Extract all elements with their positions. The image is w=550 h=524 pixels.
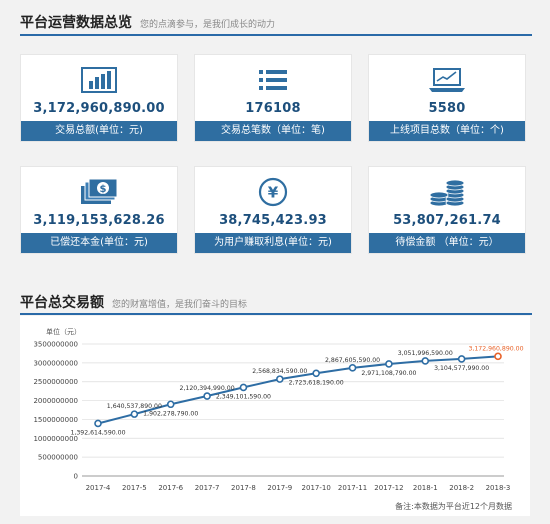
data-point [494, 352, 502, 361]
card-repaid-principal: $ 3,119,153,628.26 已偿还本金(单位：元) [20, 166, 178, 254]
card-label: 交易总笔数（单位：笔) [195, 121, 351, 141]
x-tick-label: 2017-12 [374, 484, 403, 492]
x-tick-label: 2018-1 [413, 484, 438, 492]
x-tick-label: 2017-7 [195, 484, 220, 492]
data-point [385, 360, 393, 368]
card-trade-total: 3,172,960,890.00 交易总额(单位：元) [20, 54, 178, 142]
data-point [166, 400, 175, 409]
overview-divider [20, 34, 532, 36]
data-point [276, 375, 284, 383]
data-label: 3,051,996,590.00 [398, 350, 453, 357]
yen-icon: ¥ [195, 177, 351, 207]
data-label: 1,640,537,890.00 [107, 403, 162, 410]
card-value: 3,119,153,628.26 [33, 213, 165, 228]
x-tick-label: 2018-2 [449, 484, 474, 492]
data-point [348, 364, 357, 372]
card-project-count: 5580 上线项目总数（单位：个) [368, 54, 526, 142]
data-point [203, 392, 211, 400]
trade-chart: 单位（元） 0 500000000 1000000000 1500000000 2000… [20, 316, 530, 516]
svg-text:$: $ [100, 184, 107, 195]
card-interest-earned: ¥ 38,745,423.93 为用户赚取利息(单位：元) [194, 166, 352, 254]
overview-subtitle: 您的点滴参与，是我们成长的动力 [140, 20, 276, 30]
trade-line-chart: 单位（元） 0500000000100000000015000000002000… [33, 327, 523, 492]
laptop-chart-icon [369, 65, 525, 95]
overview-title: 平台运营数据总览 [20, 15, 132, 31]
trade-divider [20, 313, 532, 315]
data-point [421, 357, 430, 365]
card-label: 为用户赚取利息(单位：元) [195, 233, 351, 253]
x-tick-label: 2017-5 [122, 484, 147, 492]
card-value: 176108 [245, 101, 301, 116]
trade-title: 平台总交易额 [20, 295, 104, 311]
trade-subtitle: 您的财富增值，是我们奋斗的目标 [112, 300, 248, 310]
card-pending-amount: 53,807,261.74 待偿金额 （单位：元） [368, 166, 526, 254]
y-tick-label: 3500000000 [33, 341, 78, 349]
coins-icon [369, 177, 525, 207]
data-label: 2,349,101,590.00 [216, 393, 271, 400]
x-tick-label: 2018-3 [486, 484, 511, 492]
data-label: 2,120,394,990.00 [180, 385, 235, 392]
bar-chart-icon [21, 65, 177, 95]
data-label: 3,172,960,890.00 [468, 345, 523, 352]
card-value: 3,172,960,890.00 [33, 101, 165, 116]
data-point [239, 383, 248, 392]
x-tick-label: 2017-4 [86, 484, 111, 492]
data-label: 3,104,577,990.00 [434, 365, 489, 372]
card-value: 5580 [428, 101, 466, 116]
x-tick-label: 2017-8 [231, 484, 256, 492]
card-label: 已偿还本金(单位：元) [21, 233, 177, 253]
y-tick-label: 2500000000 [33, 378, 78, 386]
data-label: 1,392,614,590.00 [70, 429, 125, 436]
data-label: 2,971,108,790.00 [361, 370, 416, 377]
card-label: 上线项目总数（单位：个) [369, 121, 525, 141]
card-trade-count: 176108 交易总笔数（单位：笔) [194, 54, 352, 142]
data-point [457, 355, 466, 363]
data-label: 2,723,618,190.00 [289, 379, 344, 386]
card-value: 53,807,261.74 [393, 213, 501, 228]
y-tick-label: 1500000000 [33, 416, 78, 424]
x-tick-label: 2017-9 [267, 484, 292, 492]
x-tick-label: 2017-10 [302, 484, 331, 492]
card-value: 38,745,423.93 [219, 213, 327, 228]
data-label: 2,867,605,590.00 [325, 357, 380, 364]
x-tick-label: 2017-11 [338, 484, 367, 492]
overview-header: 平台运营数据总览 您的点滴参与，是我们成长的动力 [20, 12, 275, 32]
data-label: 1,902,278,790.00 [143, 410, 198, 417]
card-label: 待偿金额 （单位：元） [369, 233, 525, 253]
y-tick-label: 3000000000 [33, 359, 78, 367]
data-point [130, 410, 139, 418]
x-tick-label: 2017-6 [158, 484, 183, 492]
footnote: 备注:本数据为平台近12个月数据 [395, 502, 512, 511]
data-label: 2,568,834,590.00 [252, 368, 307, 375]
trade-header: 平台总交易额 您的财富增值，是我们奋斗的目标 [20, 292, 247, 312]
card-label: 交易总额(单位：元) [21, 121, 177, 141]
y-tick-label: 2000000000 [33, 397, 78, 405]
data-point [94, 419, 102, 428]
list-icon [195, 65, 351, 95]
money-stack-icon: $ [21, 177, 177, 207]
y-tick-label: 0 [74, 473, 78, 481]
y-axis-label: 单位（元） [46, 327, 81, 336]
y-tick-label: 500000000 [38, 454, 78, 462]
data-point [312, 369, 320, 378]
svg-text:¥: ¥ [268, 184, 279, 202]
